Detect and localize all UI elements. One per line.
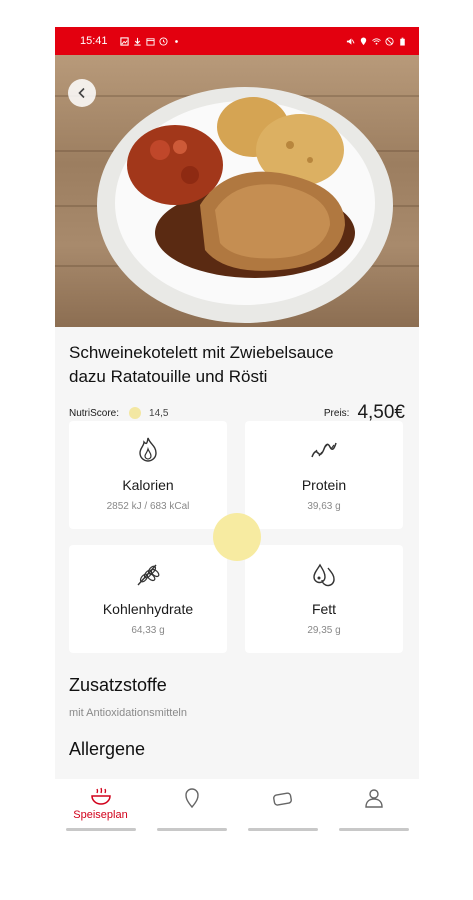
plate-illustration: [97, 87, 393, 323]
nav-home-indicator: [338, 828, 409, 831]
nutriscore-label: NutriScore:: [69, 407, 120, 419]
nutrient-value: 64,33 g: [131, 625, 165, 636]
app-screen: 15:41 Schweinekotelett mit Zwiebelsauce …: [55, 27, 419, 837]
meal-photo: [55, 55, 419, 327]
nutrient-label: Protein: [301, 477, 347, 493]
nutrient-card-kalorien: Kalorien 2852 kJ / 683 kCal: [69, 421, 227, 529]
chevron-left-icon: [78, 87, 85, 99]
protein-icon: [311, 442, 337, 458]
calendar-notification-icon: [145, 37, 155, 46]
nav-card[interactable]: [237, 779, 328, 837]
nav-home-indicator: [65, 828, 136, 831]
nutrient-label: Fett: [311, 601, 337, 617]
nav-home-indicator: [156, 828, 227, 831]
meal-title: Schweinekotelett mit Zwiebelsauce dazu R…: [69, 341, 409, 389]
nutrient-card-protein: Protein 39,63 g: [245, 421, 403, 529]
nutrient-card-kohlenhydrate: Kohlenhydrate 64,33 g: [69, 545, 227, 653]
price-label: Preis:: [323, 407, 350, 419]
card-icon: [272, 792, 292, 806]
nutrient-label: Kohlenhydrate: [102, 601, 194, 617]
nutrient-value: 39,63 g: [307, 501, 341, 512]
wifi-icon: [372, 37, 381, 45]
status-time: 15:41: [80, 35, 108, 47]
nutrient-value: 2852 kJ / 683 kCal: [106, 501, 190, 512]
nutriscore-indicator: [129, 407, 142, 419]
additives-heading: Zusatzstoffe: [69, 675, 167, 695]
meal-title-line2: dazu Ratatouille und Rösti: [69, 367, 268, 386]
nutrient-value: 29,35 g: [307, 625, 341, 636]
location-pin-icon: [184, 788, 199, 809]
dot-icon: [174, 39, 178, 43]
location-icon: [360, 36, 367, 45]
nav-locations[interactable]: [146, 779, 237, 837]
bottom-navigation: Speiseplan: [55, 779, 419, 837]
nav-speiseplan[interactable]: Speiseplan: [55, 779, 146, 837]
meal-title-line1: Schweinekotelett mit Zwiebelsauce: [69, 343, 334, 362]
back-button[interactable]: [68, 79, 96, 107]
wheat-icon: [137, 564, 160, 586]
additives-text: mit Antioxidationsmitteln: [69, 707, 187, 719]
mute-icon: [346, 37, 355, 45]
image-notification-icon: [119, 36, 129, 46]
flame-icon: [139, 437, 157, 462]
oil-drop-icon: [313, 563, 335, 587]
nutrient-label: Kalorien: [122, 477, 174, 493]
nav-home-indicator: [247, 828, 318, 831]
nav-label: Speiseplan: [73, 809, 128, 821]
no-signal-icon: [385, 36, 394, 46]
battery-icon: [400, 37, 405, 46]
status-bar: 15:41: [55, 27, 419, 55]
bowl-icon: [90, 787, 111, 805]
nutrient-card-fett: Fett 29,35 g: [245, 545, 403, 653]
nav-profile[interactable]: [328, 779, 419, 837]
user-icon: [364, 789, 383, 808]
download-notification-icon: [133, 37, 141, 46]
touch-indicator: [213, 513, 261, 561]
allergens-heading: Allergene: [69, 739, 146, 759]
nutriscore-value: 14,5: [149, 407, 169, 419]
clock-notification-icon: [158, 36, 168, 46]
